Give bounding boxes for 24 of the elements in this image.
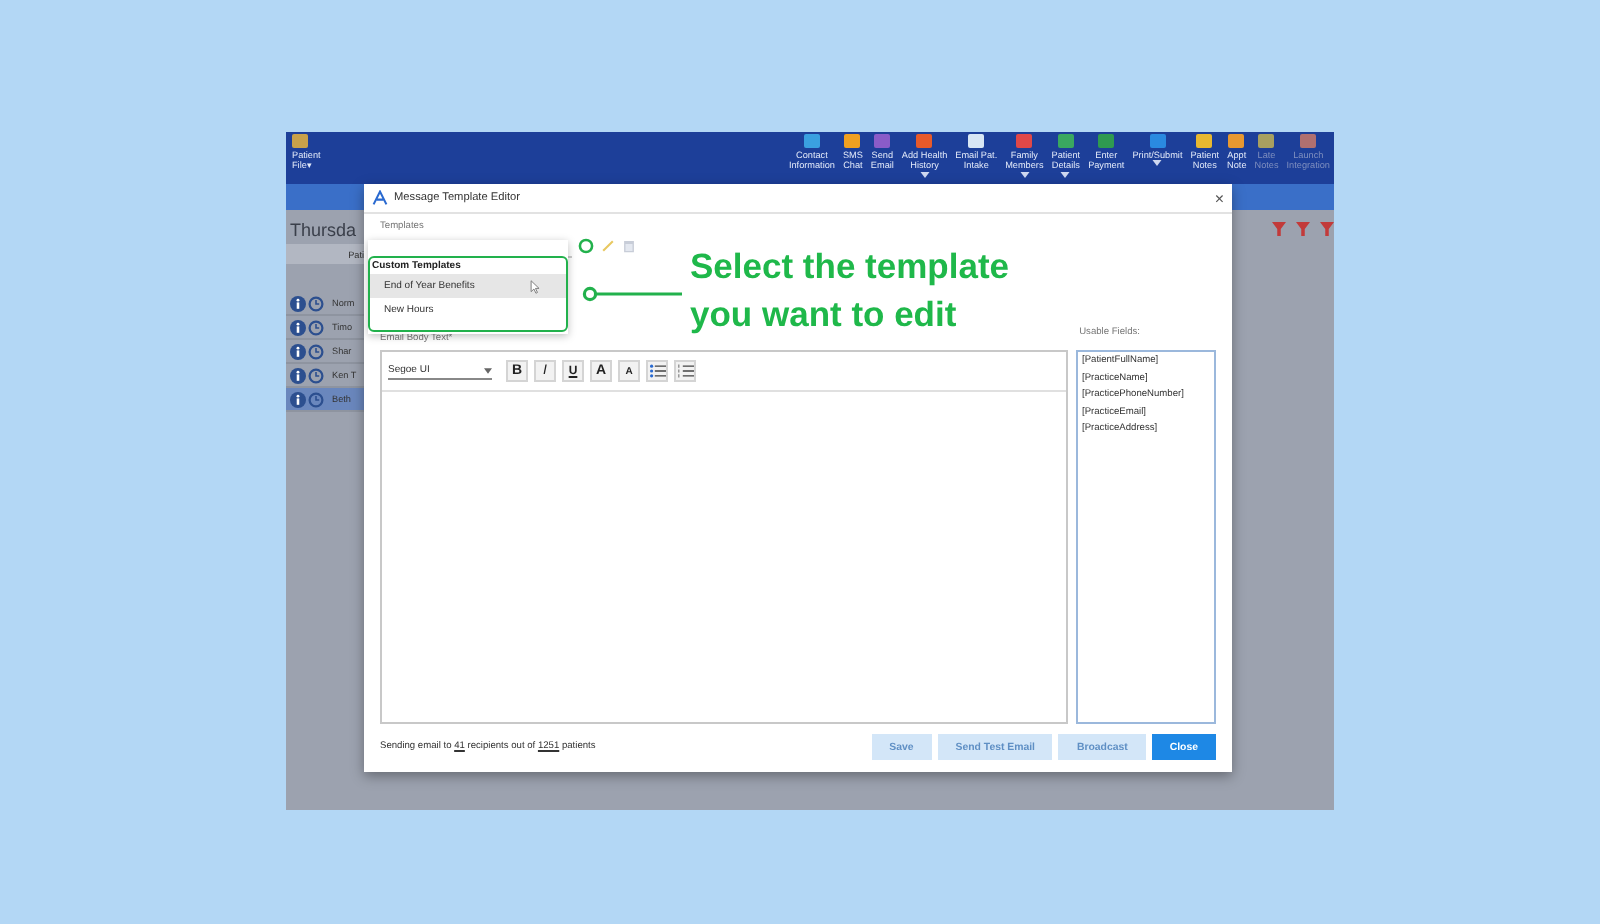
info-icon — [290, 391, 306, 407]
numbered-list-button[interactable] — [674, 360, 696, 382]
bullet-list-icon — [649, 364, 665, 378]
clock-icon — [308, 295, 324, 311]
trash-icon[interactable] — [622, 238, 636, 254]
clock-icon — [308, 343, 324, 359]
clock-icon — [308, 319, 324, 335]
cursor-icon — [530, 279, 541, 293]
app-logo-icon — [372, 190, 388, 206]
info-icon — [290, 367, 306, 383]
numbered-list-icon — [677, 364, 693, 378]
info-icon — [290, 343, 306, 359]
clock-icon — [308, 391, 324, 407]
info-icon — [290, 295, 306, 311]
caret-icon — [484, 367, 492, 373]
callout-text: Select the template you want to edit — [690, 244, 1009, 338]
close-button[interactable]: × — [1214, 189, 1224, 207]
clock-icon — [308, 367, 324, 383]
bullet-list-button[interactable] — [646, 360, 668, 382]
add-icon[interactable] — [578, 238, 594, 254]
leader-line — [582, 286, 682, 302]
info-icon — [290, 319, 306, 335]
day-title: Thursda — [288, 218, 359, 240]
pencil-icon[interactable] — [600, 238, 616, 254]
